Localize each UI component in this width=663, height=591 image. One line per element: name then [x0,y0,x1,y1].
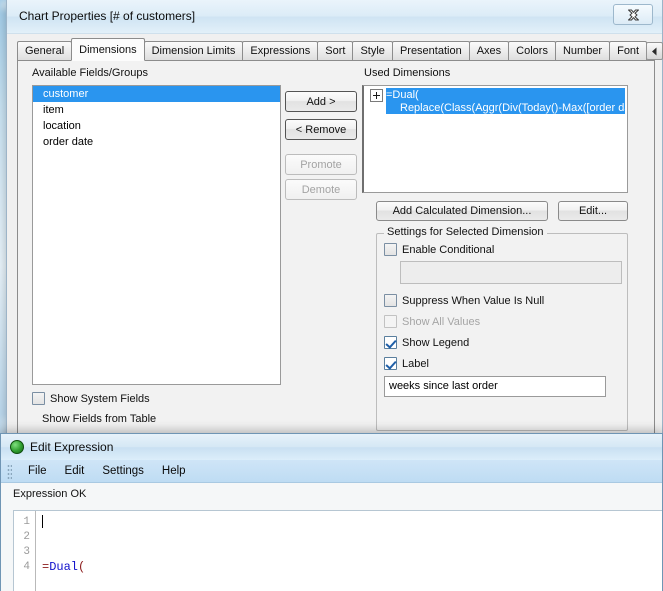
line-number: 3 [23,546,30,558]
enable-conditional-label: Enable Conditional [402,243,495,256]
tab-expressions[interactable]: Expressions [242,41,319,61]
tab-colors[interactable]: Colors [508,41,556,61]
show-all-values-checkbox-row: Show All Values [384,315,480,328]
dimension-label-input[interactable]: weeks since last order [384,376,606,397]
edit-expression-menubar: File Edit Settings Help [1,460,662,483]
used-dimension-selected[interactable]: =Dual( Replace(Class(Aggr(Div(Today()-Ma… [386,88,625,114]
promote-button: Promote [285,154,357,175]
tab-scroll-left-button[interactable] [646,42,663,60]
chart-properties-titlebar: Chart Properties [# of customers] [7,0,662,34]
used-dimension-item[interactable]: =Dual( Replace(Class(Aggr(Div(Today()-Ma… [366,88,625,114]
line-number: 4 [23,561,30,573]
checkbox-icon [32,392,45,405]
code-line-1: =Dual( [42,560,86,574]
tab-dimensions[interactable]: Dimensions [71,38,145,61]
line-number: 2 [23,531,30,543]
edit-expression-titlebar: Edit Expression [1,434,662,460]
checkbox-checked-icon [384,336,397,349]
available-fields-label: Available Fields/Groups [32,67,148,79]
line-number: 1 [23,516,30,528]
enable-conditional-checkbox-row[interactable]: Enable Conditional [384,243,494,256]
add-calculated-dimension-button[interactable]: Add Calculated Dimension... [376,201,548,221]
tab-strip: General Dimensions Dimension Limits Expr… [17,38,663,61]
expression-code-area[interactable]: =Dual( Replace(Class(Aggr(Div(Today()-Ma… [36,511,662,591]
add-button[interactable]: Add > [285,91,357,112]
checkbox-checked-icon [384,357,397,370]
suppress-when-null-checkbox-row[interactable]: Suppress When Value Is Null [384,294,544,307]
show-legend-label: Show Legend [402,336,470,349]
edit-dimension-button[interactable]: Edit... [558,201,628,221]
checkbox-icon [384,294,397,307]
expand-plus-icon[interactable] [370,89,383,102]
close-button[interactable] [613,4,653,25]
list-item[interactable]: item [33,102,280,118]
dimensions-tab-panel: Available Fields/Groups customer item lo… [17,60,655,497]
demote-button: Demote [285,179,357,200]
menu-help[interactable]: Help [153,463,195,479]
app-logo-icon [10,440,24,454]
used-dimension-line1: =Dual( [386,89,419,101]
used-dimensions-tree[interactable]: =Dual( Replace(Class(Aggr(Div(Today()-Ma… [362,85,628,193]
tab-font[interactable]: Font [609,41,648,61]
text-caret [42,515,43,528]
show-system-fields-checkbox-row[interactable]: Show System Fields [32,392,150,405]
tab-axes[interactable]: Axes [468,41,510,61]
label-checkbox-label: Label [402,357,429,370]
edit-expression-window: Edit Expression File Edit Settings Help … [0,433,663,591]
expression-editor[interactable]: 1 2 3 4 =Dual( Replace(Class(Aggr(Div(To… [13,510,662,591]
menu-drag-handle-icon[interactable] [7,463,12,479]
menu-file[interactable]: File [19,463,56,479]
used-dimensions-label: Used Dimensions [364,67,451,79]
settings-groupbox-legend: Settings for Selected Dimension [384,226,547,238]
edit-expression-title: Edit Expression [30,440,114,454]
show-all-values-label: Show All Values [402,315,481,328]
chevron-left-icon [652,47,657,55]
tab-presentation[interactable]: Presentation [391,41,470,61]
tab-sort[interactable]: Sort [317,41,354,61]
show-fields-from-table-label: Show Fields from Table [42,413,157,425]
used-dimension-line2: Replace(Class(Aggr(Div(Today()-Max([orde… [400,102,625,114]
tab-dimension-limits[interactable]: Dimension Limits [143,41,244,61]
window-title: Chart Properties [# of customers] [19,9,196,23]
menu-edit[interactable]: Edit [56,463,94,479]
list-item[interactable]: customer [33,86,280,102]
suppress-when-null-label: Suppress When Value Is Null [402,294,545,307]
available-fields-list[interactable]: customer item location order date [32,85,281,385]
expression-status-text: Expression OK [1,483,662,505]
menu-settings[interactable]: Settings [93,463,153,479]
remove-button[interactable]: < Remove [285,119,357,140]
close-icon [627,9,639,20]
tab-general[interactable]: General [17,41,73,61]
show-system-fields-label: Show System Fields [50,392,150,405]
checkbox-icon [384,315,397,328]
conditional-expression-input [400,261,622,284]
list-item[interactable]: order date [33,134,280,150]
show-legend-checkbox-row[interactable]: Show Legend [384,336,469,349]
line-number-gutter: 1 2 3 4 [14,511,36,591]
chart-properties-window: Chart Properties [# of customers] Genera… [6,0,663,497]
label-checkbox-row[interactable]: Label [384,357,429,370]
checkbox-icon [384,243,397,256]
tab-number[interactable]: Number [554,41,611,61]
tab-style[interactable]: Style [352,41,393,61]
list-item[interactable]: location [33,118,280,134]
tab-scroll-controls [646,42,663,61]
